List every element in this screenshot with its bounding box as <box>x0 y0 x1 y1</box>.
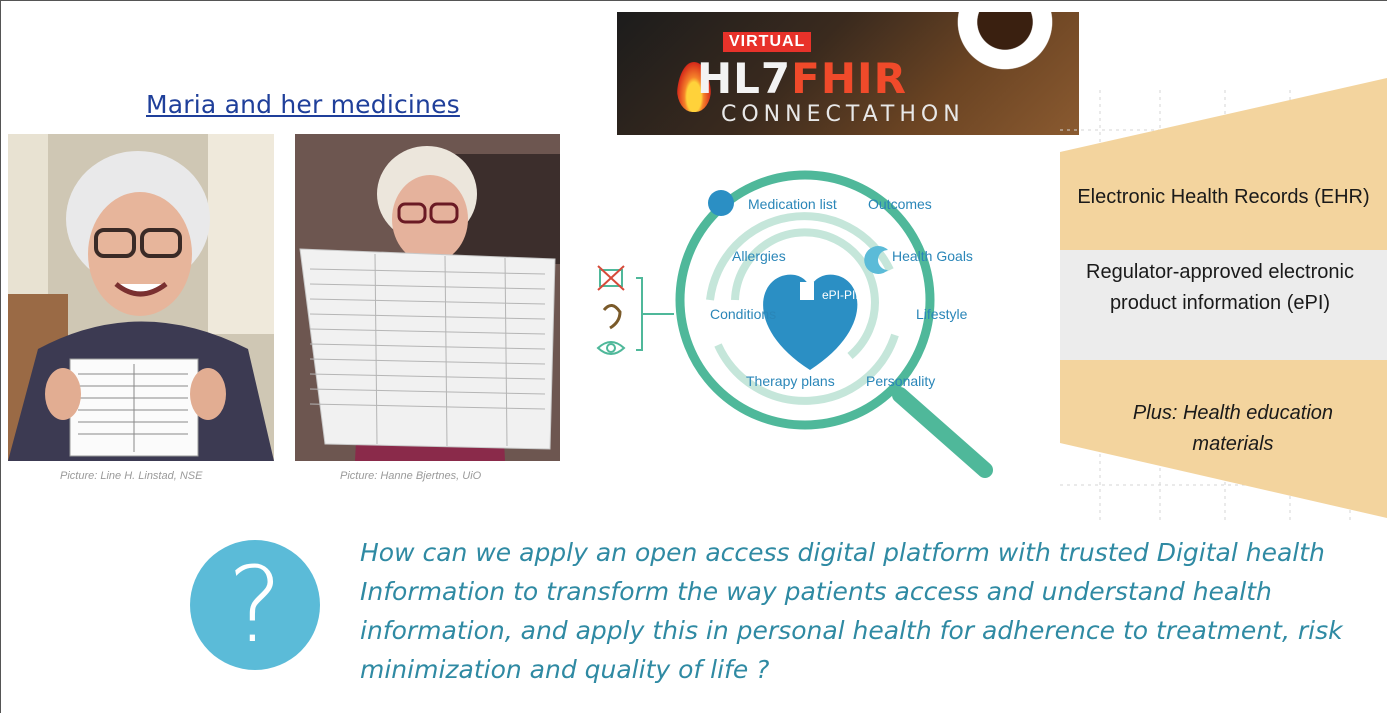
research-question: How can we apply an open access digital … <box>360 538 1343 684</box>
connectathon-text: CONNECTATHON <box>721 102 965 127</box>
information-sources-panel: Electronic Health Records (EHR) Regulato… <box>1060 70 1387 520</box>
label-lifestyle: Lifestyle <box>916 306 968 322</box>
personal-health-diagram: Medication list Outcomes Allergies Healt… <box>590 160 1020 490</box>
crossed-leaflet-icon <box>597 265 625 291</box>
photo-caption-left: Picture: Line H. Linstad, NSE <box>60 470 203 482</box>
ehr-text: Electronic Health Records (EHR) <box>1077 186 1370 208</box>
page-title[interactable]: Maria and her medicines <box>146 90 460 119</box>
photo-maria-card <box>8 134 274 461</box>
label-conditions: Conditions <box>710 306 777 322</box>
eye-icon <box>596 341 626 355</box>
label-epi-pil: ePI-PIL <box>822 288 863 302</box>
plus-education-text: Plus: Health education materials <box>1132 402 1334 455</box>
label-outcomes: Outcomes <box>868 196 932 212</box>
label-health-goals: Health Goals <box>892 248 973 264</box>
ear-icon <box>602 304 622 330</box>
photo-maria-leaflet <box>295 134 560 461</box>
label-medication-list: Medication list <box>748 196 837 212</box>
virtual-badge: VIRTUAL <box>723 32 812 52</box>
label-allergies: Allergies <box>732 248 786 264</box>
fhir-logo-text: FHIR <box>791 54 907 103</box>
epi-text: Regulator-approved electronic product in… <box>1086 261 1354 314</box>
question-mark-icon: ? <box>190 540 320 670</box>
hl7-logo-text: HL7 <box>697 54 792 103</box>
connectathon-banner[interactable]: VIRTUAL HL7FHIR CONNECTATHON <box>617 12 1079 135</box>
photo-caption-right: Picture: Hanne Bjertnes, UiO <box>340 470 482 482</box>
hl7-fhir-logo: HL7FHIR <box>697 54 907 103</box>
label-therapy-plans: Therapy plans <box>746 373 835 389</box>
label-personality: Personality <box>866 373 936 389</box>
coffee-cup-icon <box>945 12 1065 72</box>
